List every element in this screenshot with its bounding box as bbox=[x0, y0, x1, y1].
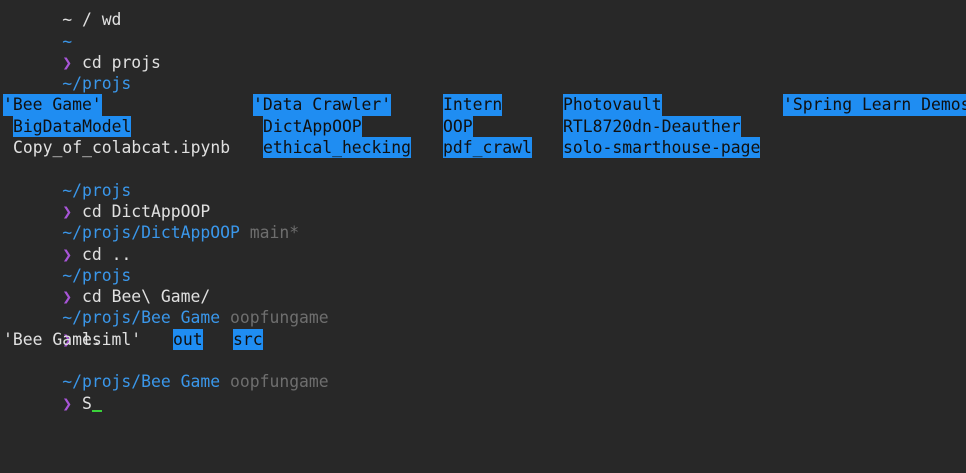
ls-row: BigDataModel DictAppOOP OOP RTL8720dn-De… bbox=[3, 115, 741, 138]
terminal-line: ❯ cd DictAppOOP bbox=[3, 180, 329, 221]
ls-entry-file: 'Bee Game.iml' bbox=[3, 329, 142, 349]
terminal-line: ~/projs/Bee Game oopfungame bbox=[3, 286, 328, 327]
terminal-output: ~ / wd ~ ❯ cd projs ~/projs ❯ ls 'Bee Ga… bbox=[3, 0, 966, 413]
ls-entry-dir: OOP bbox=[443, 115, 473, 138]
ls-entry-dir: src bbox=[233, 328, 263, 351]
terminal-line: ❯ cd projs bbox=[3, 31, 329, 72]
terminal-line: ~/projs/DictAppOOP main* bbox=[3, 201, 329, 242]
terminal-line: ~/projs bbox=[3, 158, 329, 200]
terminal-line: ~/projs bbox=[3, 244, 329, 285]
command-input-line[interactable]: ❯ S bbox=[3, 371, 329, 413]
ls-entry-dir: DictAppOOP bbox=[263, 115, 362, 138]
ls-entry-dir: out bbox=[173, 328, 203, 351]
ls-entry-dir: 'Bee Game' bbox=[3, 94, 102, 116]
ls-row: Copy_of_colabcat.ipynb ethical_hecking p… bbox=[3, 137, 761, 159]
terminal-line: ~/projs bbox=[3, 52, 329, 93]
terminal-line: ❯ ls bbox=[3, 307, 329, 349]
ls-row: 'Bee Game.iml' out src bbox=[3, 328, 329, 351]
ls-entry-file: Copy_of_colabcat.ipynb bbox=[13, 138, 231, 158]
terminal-window[interactable]: ~ / wd ~ ❯ cd projs ~/projs ❯ ls 'Bee Ga… bbox=[0, 0, 966, 473]
ls-entry-dir: solo-smarthouse-page bbox=[563, 137, 761, 159]
terminal-line: ❯ cd .. bbox=[3, 222, 329, 264]
ls-entry-dir: BigDataModel bbox=[13, 115, 132, 138]
prompt-symbol: ❯ bbox=[62, 393, 73, 413]
ls-entry-dir: Intern bbox=[443, 94, 503, 116]
terminal-line: ❯ ls bbox=[3, 73, 329, 114]
ls-entry-dir: ethical_hecking bbox=[263, 137, 412, 159]
terminal-line: ~ bbox=[3, 9, 329, 51]
ls-entry-dir: 'Spring Learn Demos' bbox=[783, 94, 966, 116]
ls-entry-dir: Photovault bbox=[563, 94, 662, 116]
command-input[interactable]: S bbox=[82, 394, 92, 413]
terminal-line: ~ / wd bbox=[3, 0, 329, 29]
text-cursor bbox=[91, 409, 102, 412]
terminal-line: ~/projs/Bee Game oopfungame bbox=[3, 350, 328, 391]
ls-entry-dir: pdf_crawl bbox=[443, 137, 532, 159]
ls-entry-dir: RTL8720dn-Deauther bbox=[563, 115, 741, 138]
terminal-line: ❯ cd Bee\ Game/ bbox=[3, 265, 329, 306]
ls-row: 'Bee Game' 'Data Crawler' Intern Photova… bbox=[3, 94, 966, 116]
ls-entry-dir: 'Data Crawler' bbox=[253, 94, 392, 116]
